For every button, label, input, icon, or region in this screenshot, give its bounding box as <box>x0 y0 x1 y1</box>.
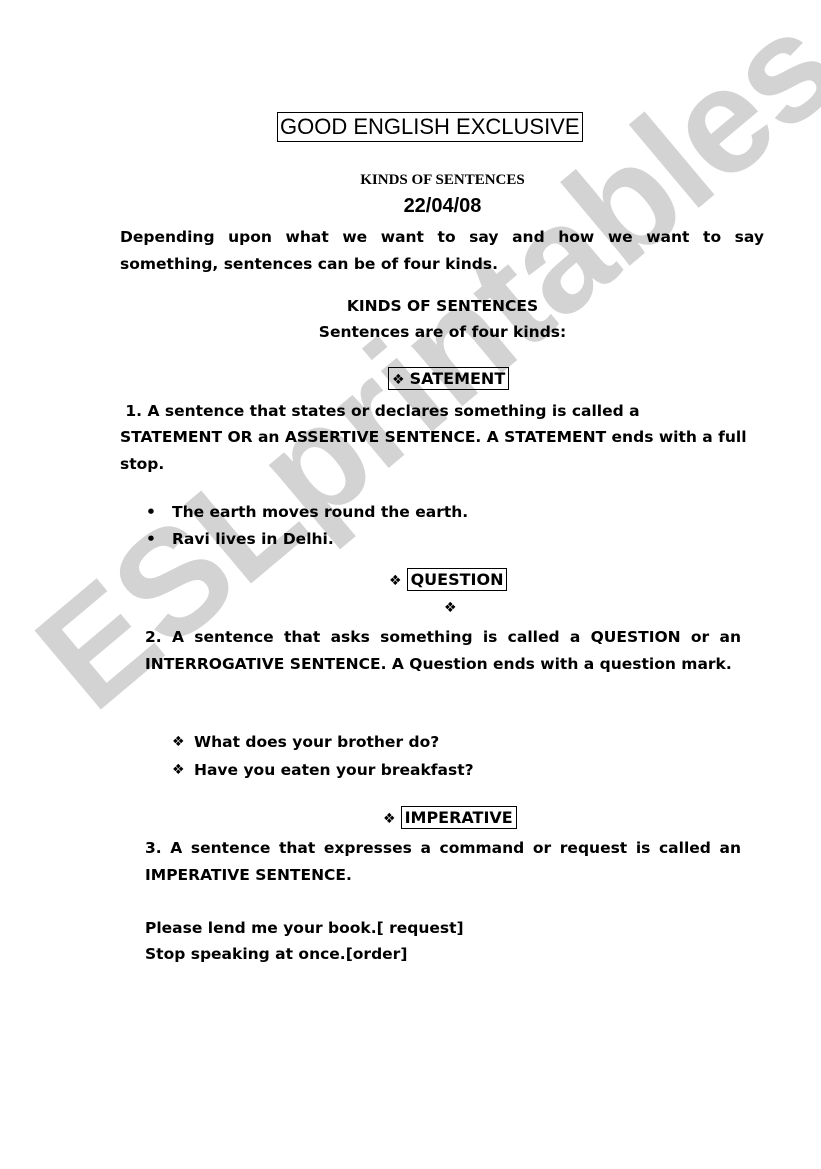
section-heading-title: KINDS OF SENTENCES <box>346 297 539 315</box>
question-heading-label: QUESTION <box>406 568 508 591</box>
diamond-icon: ❖ <box>172 734 185 750</box>
list-item: ❖ What does your brother do? <box>172 728 732 756</box>
imperative-example-2: Stop speaking at once.[order] <box>145 945 408 963</box>
section-heading-subtitle: Sentences are of four kinds: <box>318 323 567 341</box>
document-title: GOOD ENGLISH EXCLUSIVE <box>277 112 583 142</box>
diamond-icon: ❖ <box>389 573 402 589</box>
document-date: 22/04/08 <box>403 195 482 217</box>
list-item: • The earth moves round the earth. <box>146 499 746 526</box>
statement-definition-rest: STATEMENT OR an ASSERTIVE SENTENCE. A ST… <box>120 428 747 473</box>
example-text: What does your brother do? <box>194 733 440 751</box>
intro-paragraph: Depending upon what we want to say and h… <box>120 228 764 273</box>
example-text: Ravi lives in Delhi. <box>172 529 334 548</box>
document-subtitle: KINDS OF SENTENCES <box>360 172 525 188</box>
diamond-icon: ❖ <box>392 372 405 388</box>
diamond-icon: ❖ <box>444 600 457 616</box>
diamond-icon: ❖ <box>383 811 396 827</box>
example-text: The earth moves round the earth. <box>172 503 469 521</box>
list-item: • Ravi lives in Delhi. <box>146 526 746 553</box>
statement-heading-box: ❖ SATEMENT <box>388 367 510 390</box>
bullet-icon: • <box>146 503 156 521</box>
bullet-icon: • <box>146 529 156 548</box>
list-item: ❖ Have you eaten your breakfast? <box>172 756 732 784</box>
example-text: Have you eaten your breakfast? <box>194 761 474 779</box>
imperative-heading: ❖ IMPERATIVE <box>383 806 517 829</box>
statement-heading: ❖ SATEMENT <box>388 367 510 390</box>
imperative-heading-label: IMPERATIVE <box>400 806 517 829</box>
statement-heading-label: SATEMENT <box>409 369 506 388</box>
imperative-definition: 3. A sentence that expresses a command o… <box>145 839 741 884</box>
diamond-icon: ❖ <box>172 762 185 778</box>
imperative-example-1: Please lend me your book.[ request] <box>145 919 464 937</box>
question-definition: 2. A sentence that asks something is cal… <box>145 628 741 673</box>
question-heading: ❖ QUESTION <box>389 568 508 591</box>
statement-definition-line1: 1. A sentence that states or declares so… <box>120 402 640 420</box>
question-examples: ❖ What does your brother do? ❖ Have you ea… <box>172 728 732 784</box>
statement-examples: • The earth moves round the earth. • Ravi … <box>146 499 746 552</box>
